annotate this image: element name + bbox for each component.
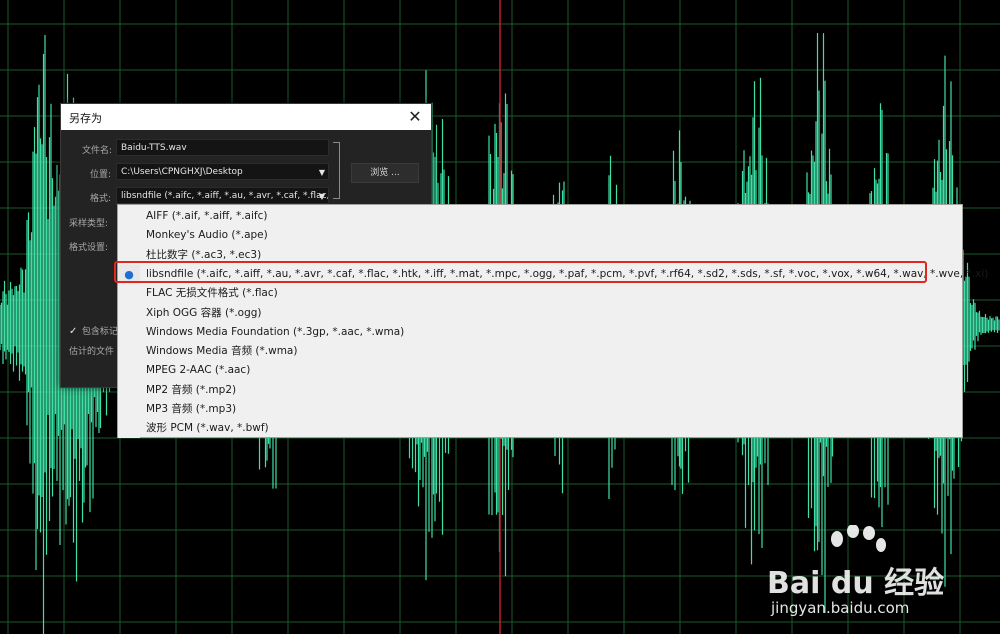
- format-option[interactable]: FLAC 无损文件格式 (*.flac): [118, 284, 962, 304]
- format-option[interactable]: Xiph OGG 容器 (*.ogg): [118, 303, 962, 323]
- format-option-label: MP2 音频 (*.mp2): [146, 383, 237, 396]
- format-option[interactable]: Windows Media Foundation (*.3gp, *.aac, …: [118, 322, 962, 342]
- format-value: libsndfile (*.aifc, *.aiff, *.au, *.avr,…: [121, 191, 329, 201]
- format-option[interactable]: 波形 PCM (*.wav, *.bwf): [118, 419, 962, 439]
- filename-label: 文件名:: [82, 146, 113, 156]
- format-option-label: libsndfile (*.aifc, *.aiff, *.au, *.avr,…: [146, 267, 989, 280]
- chevron-down-icon: ▼: [318, 192, 325, 201]
- filename-value: Baidu-TTS.wav: [121, 143, 187, 153]
- include-markers-label: 包含标记: [81, 327, 118, 337]
- location-label: 位置:: [90, 170, 112, 180]
- format-option-label: AIFF (*.aif, *.aiff, *.aifc): [146, 210, 268, 222]
- format-option-label: MP3 音频 (*.mp3): [146, 403, 237, 415]
- format-option[interactable]: MP2 音频 (*.mp2): [118, 380, 962, 400]
- sample-type-label: 采样类型:: [69, 219, 109, 229]
- option-gutter: [118, 380, 140, 400]
- format-option[interactable]: MPEG 2-AAC (*.aac): [118, 361, 962, 381]
- dialog-title: 另存为: [69, 112, 102, 125]
- chevron-down-icon: ▼: [318, 168, 325, 177]
- checkmark-icon: ✓: [69, 326, 78, 337]
- format-option[interactable]: 杜比数字 (*.ac3, *.ec3): [118, 245, 962, 265]
- format-option[interactable]: Monkey's Audio (*.ape): [118, 226, 962, 246]
- option-gutter: [118, 284, 140, 304]
- watermark-brand: Bai du 经验: [767, 566, 945, 601]
- format-option[interactable]: Windows Media 音频 (*.wma): [118, 342, 962, 362]
- option-gutter: [118, 419, 140, 439]
- format-option-label: FLAC 无损文件格式 (*.flac): [146, 287, 278, 300]
- format-option-label: MPEG 2-AAC (*.aac): [146, 364, 251, 377]
- option-gutter: [118, 400, 140, 419]
- filename-input[interactable]: Baidu-TTS.wav: [116, 139, 329, 156]
- format-option-label: Monkey's Audio (*.ape): [146, 229, 268, 242]
- option-gutter: [118, 342, 140, 362]
- estimated-size-label: 估计的文件: [69, 347, 115, 357]
- location-value: C:\Users\CPNGHXJ\Desktop: [121, 167, 243, 177]
- browse-button[interactable]: 浏览 ...: [351, 163, 419, 183]
- option-gutter: [118, 226, 140, 246]
- format-option-label: 波形 PCM (*.wav, *.bwf): [146, 422, 269, 435]
- option-gutter: [118, 322, 140, 342]
- format-option[interactable]: ● libsndfile (*.aifc, *.aiff, *.au, *.avr…: [118, 264, 988, 284]
- format-dropdown-list: AIFF (*.aif, *.aiff, *.aifc) Monkey's Aud…: [117, 204, 988, 439]
- close-icon[interactable]: ✕: [405, 107, 425, 127]
- baidu-jingyan-watermark: Bai du 经验 jingyan.baidu.com: [767, 525, 987, 627]
- format-label: 格式:: [90, 194, 112, 204]
- dialog-titlebar[interactable]: 另存为 ✕: [61, 104, 431, 130]
- bracket-divider: [333, 142, 340, 199]
- option-gutter: [118, 207, 140, 226]
- format-option[interactable]: MP3 音频 (*.mp3): [118, 400, 962, 419]
- option-gutter: [118, 361, 140, 381]
- format-settings-label: 格式设置:: [69, 243, 109, 253]
- option-gutter: [118, 245, 140, 265]
- option-gutter: [118, 303, 140, 323]
- format-option-label: Windows Media Foundation (*.3gp, *.aac, …: [146, 325, 405, 338]
- format-option-label: 杜比数字 (*.ac3, *.ec3): [146, 248, 262, 261]
- selected-bullet-icon: ●: [118, 264, 140, 284]
- format-option[interactable]: AIFF (*.aif, *.aiff, *.aifc): [118, 207, 962, 226]
- format-option-label: Xiph OGG 容器 (*.ogg): [146, 306, 262, 319]
- include-markers-checkbox[interactable]: ✓ 包含标记: [69, 324, 118, 337]
- watermark-url: jingyan.baidu.com: [771, 599, 910, 617]
- location-select[interactable]: C:\Users\CPNGHXJ\Desktop ▼: [116, 163, 329, 180]
- format-option-label: Windows Media 音频 (*.wma): [146, 345, 298, 358]
- format-select[interactable]: libsndfile (*.aifc, *.aiff, *.au, *.avr,…: [116, 187, 329, 204]
